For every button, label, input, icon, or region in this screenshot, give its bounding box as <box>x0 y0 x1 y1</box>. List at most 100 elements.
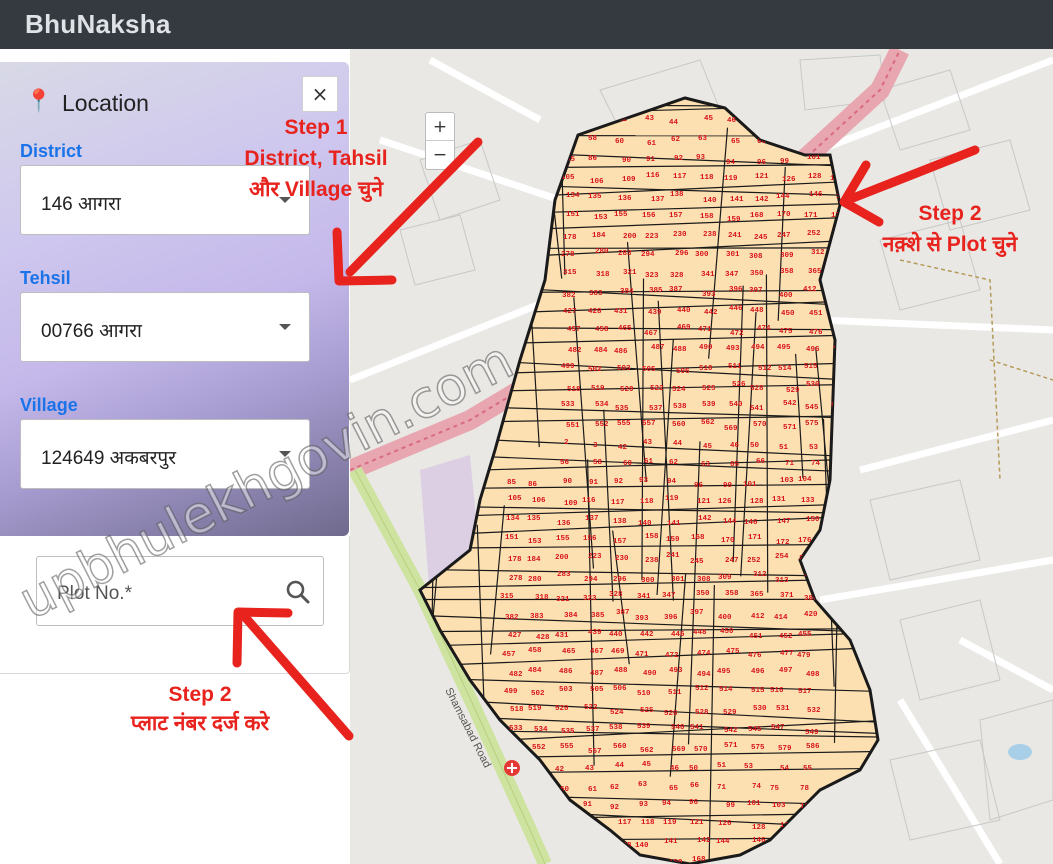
plot-number-label[interactable]: 140 <box>635 842 649 850</box>
plot-number-label[interactable]: 117 <box>618 819 632 827</box>
plot-number-label[interactable]: 542 <box>783 400 797 408</box>
plot-number-label[interactable]: 531 <box>838 383 852 391</box>
plot-number-label[interactable]: 496 <box>806 346 820 354</box>
plot-number-label[interactable]: 382 <box>562 292 576 300</box>
plot-number-label[interactable]: 533 <box>561 401 575 409</box>
plot-number-label[interactable]: 104 <box>859 154 873 162</box>
plot-number-label[interactable]: 141 <box>667 520 681 528</box>
plot-number-label[interactable]: 383 <box>589 290 603 298</box>
plot-number-label[interactable]: 494 <box>751 344 765 352</box>
plot-number-label[interactable]: 420 <box>804 611 818 619</box>
plot-number-label[interactable]: 50 <box>752 116 762 124</box>
plot-number-label[interactable]: 238 <box>703 231 717 239</box>
plot-number-label[interactable]: 241 <box>666 552 680 560</box>
plot-number-label[interactable]: 116 <box>582 823 596 831</box>
plot-number-label[interactable]: 101 <box>747 800 761 808</box>
plot-number-label[interactable]: 75 <box>770 785 780 793</box>
plot-number-label[interactable]: 96 <box>757 159 767 167</box>
plot-number-label[interactable]: 131 <box>772 496 786 504</box>
plot-number-label[interactable]: 91 <box>589 479 599 487</box>
plot-number-label[interactable]: 252 <box>747 557 761 565</box>
plot-number-label[interactable]: 223 <box>588 553 602 561</box>
plot-number-label[interactable]: 176 <box>798 537 812 545</box>
plot-number-label[interactable]: 92 <box>674 155 684 163</box>
plot-number-label[interactable]: 155 <box>614 211 628 219</box>
tehsil-select[interactable]: 00766 आगरा <box>20 292 310 362</box>
plot-number-label[interactable]: 530 <box>753 705 767 713</box>
plot-number-label[interactable]: 552 <box>532 744 546 752</box>
plot-number-label[interactable]: 170 <box>777 211 791 219</box>
plot-number-label[interactable]: 56 <box>560 459 570 467</box>
plot-number-label[interactable]: 382 <box>505 614 519 622</box>
plot-number-label[interactable]: 141 <box>730 196 744 204</box>
plot-number-label[interactable]: 474 <box>697 650 711 658</box>
plot-number-label[interactable]: 494 <box>697 671 711 679</box>
plot-number-label[interactable]: 156 <box>584 858 598 864</box>
plot-number-label[interactable]: 517 <box>859 367 873 375</box>
plot-number-label[interactable]: 134 <box>500 840 514 848</box>
plot-number-label[interactable]: 528 <box>695 709 709 717</box>
plot-number-label[interactable]: 396 <box>729 286 743 294</box>
plot-number-label[interactable]: 321 <box>623 269 637 277</box>
plot-number-label[interactable]: 560 <box>613 743 627 751</box>
plot-number-label[interactable]: 283 <box>557 571 571 579</box>
plot-number-label[interactable]: 529 <box>723 709 737 717</box>
plot-number-label[interactable]: 121 <box>690 819 704 827</box>
plot-number-label[interactable]: 551 <box>566 422 580 430</box>
plot-number-label[interactable]: 157 <box>613 858 627 864</box>
plot-number-label[interactable]: 103 <box>772 802 786 810</box>
plot-number-label[interactable]: 318 <box>535 594 549 602</box>
plot-number-label[interactable]: 136 <box>618 195 632 203</box>
plot-number-label[interactable]: 142 <box>755 196 769 204</box>
plot-number-label[interactable]: 126 <box>718 820 732 828</box>
plot-number-label[interactable]: 153 <box>528 538 542 546</box>
plot-number-label[interactable]: 62 <box>669 459 679 467</box>
plot-number-label[interactable]: 53 <box>744 763 754 771</box>
plot-number-label[interactable]: 440 <box>677 307 691 315</box>
plot-number-label[interactable]: 516 <box>836 366 850 374</box>
plot-number-label[interactable]: 137 <box>651 196 665 204</box>
plot-number-label[interactable]: 119 <box>663 819 677 827</box>
plot-number-label[interactable]: 511 <box>668 689 682 697</box>
plot-number-label[interactable]: 283 <box>618 250 632 258</box>
plot-number-label[interactable]: 54 <box>780 765 790 773</box>
plot-number-label[interactable]: 61 <box>647 140 657 148</box>
plot-number-label[interactable]: 538 <box>609 724 623 732</box>
plot-number-label[interactable]: 3 <box>596 116 601 124</box>
plot-number-label[interactable]: 520 <box>620 386 634 394</box>
plot-number-label[interactable]: 510 <box>699 365 713 373</box>
plot-number-label[interactable]: 126 <box>782 176 796 184</box>
plot-number-label[interactable]: 142 <box>698 515 712 523</box>
plot-number-label[interactable]: 223 <box>645 233 659 241</box>
plot-number-label[interactable]: 365 <box>808 268 822 276</box>
plot-number-label[interactable]: 532 <box>807 707 821 715</box>
plot-number-label[interactable]: 63 <box>638 781 648 789</box>
plot-number-label[interactable]: 524 <box>610 709 624 717</box>
plot-number-label[interactable]: 469 <box>677 324 691 332</box>
plot-number-label[interactable]: 315 <box>500 593 514 601</box>
plot-number-label[interactable]: 278 <box>509 575 523 583</box>
search-icon[interactable] <box>285 579 311 605</box>
plot-number-label[interactable]: 471 <box>698 326 712 334</box>
plot-number-label[interactable]: 91 <box>646 156 656 164</box>
plot-number-label[interactable]: 119 <box>724 175 738 183</box>
plot-number-label[interactable]: 93 <box>639 477 649 485</box>
plot-number-label[interactable]: 427 <box>563 308 577 316</box>
plot-number-label[interactable]: 109 <box>561 818 575 826</box>
plot-number-label[interactable]: 569 <box>724 425 738 433</box>
plot-number-label[interactable]: 440 <box>609 631 623 639</box>
plot-number-label[interactable]: 515 <box>751 687 765 695</box>
plot-number-label[interactable]: 53 <box>809 444 819 452</box>
plot-number-label[interactable]: 477 <box>780 650 794 658</box>
plot-number-label[interactable]: 524 <box>672 386 686 394</box>
plot-number-label[interactable]: 200 <box>623 233 637 241</box>
plot-number-label[interactable]: 147 <box>776 838 790 846</box>
plot-number-label[interactable]: 128 <box>752 824 766 832</box>
plot-number-label[interactable]: 93 <box>696 154 706 162</box>
plot-number-label[interactable]: 490 <box>643 670 657 678</box>
plot-number-label[interactable]: 78 <box>800 785 810 793</box>
plot-number-label[interactable]: 136 <box>555 842 569 850</box>
plot-number-label[interactable]: 512 <box>758 365 772 373</box>
plot-number-label[interactable]: 531 <box>776 705 790 713</box>
plot-number-label[interactable]: 45 <box>703 443 713 451</box>
